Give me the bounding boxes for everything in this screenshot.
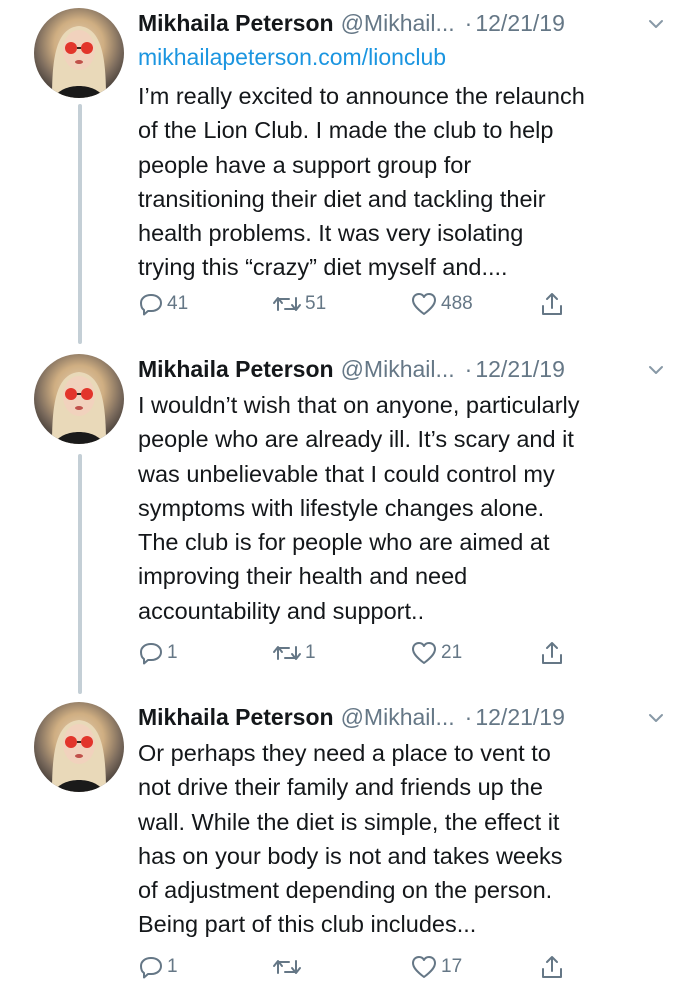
chevron-down-icon[interactable]	[645, 707, 667, 729]
reply-count: 1	[167, 642, 178, 663]
share-icon	[542, 293, 562, 315]
tweet-text-line: not drive their family and friends up th…	[138, 774, 543, 801]
tweet-link[interactable]: mikhailapeterson.com/lionclub	[138, 44, 446, 71]
reply-count: 1	[167, 956, 178, 977]
author-handle[interactable]: @Mikhail...	[341, 356, 455, 383]
like-count: 21	[441, 642, 463, 663]
retweet-button[interactable]: 1	[272, 636, 316, 670]
tweet-text-line: was unbelievable that I could control my	[138, 460, 555, 487]
like-count: 488	[441, 293, 473, 314]
tweet-text-line: transitioning their diet and tackling th…	[138, 185, 546, 212]
retweet-icon	[273, 646, 301, 660]
author-name[interactable]: Mikhaila Peterson	[138, 704, 334, 731]
retweet-count: 51	[305, 293, 327, 314]
tweet-text: Or perhaps they need a place to vent to …	[138, 736, 668, 942]
tweet-text: I’m really excited to announce the relau…	[138, 79, 668, 285]
like-button[interactable]: 17	[410, 950, 462, 984]
tweet-text-line: trying this “crazy” diet myself and....	[138, 254, 508, 281]
share-icon	[542, 642, 562, 664]
retweet-count: 1	[305, 642, 316, 663]
tweet-text-line: accountability and support..	[138, 597, 425, 624]
tweet-text-line: has on your body is not and takes weeks	[138, 842, 563, 869]
author-handle[interactable]: @Mikhail...	[341, 704, 455, 731]
avatar[interactable]	[34, 8, 124, 98]
retweet-button[interactable]	[272, 950, 305, 984]
tweet[interactable]: Mikhaila Peterson @Mikhail... · 12/21/19…	[0, 352, 685, 682]
reply-icon	[140, 957, 162, 979]
like-button[interactable]: 21	[410, 636, 462, 670]
tweet-date[interactable]: 12/21/19	[475, 356, 565, 383]
author-name[interactable]: Mikhaila Peterson	[138, 10, 334, 37]
retweet-button[interactable]: 51	[272, 287, 326, 321]
tweet-header: Mikhaila Peterson @Mikhail... · 12/21/19	[138, 352, 667, 386]
tweet-header: Mikhaila Peterson @Mikhail... · 12/21/19	[138, 6, 667, 40]
author-handle[interactable]: @Mikhail...	[341, 10, 455, 37]
reply-icon	[140, 294, 162, 316]
like-count: 17	[441, 956, 463, 977]
tweet-text-line: improving their health and need	[138, 563, 468, 590]
tweet-text-line: I’m really excited to announce the relau…	[138, 83, 585, 109]
avatar[interactable]	[34, 702, 124, 792]
tweet-text-line: of adjustment depending on the person.	[138, 877, 553, 904]
tweet-text-line: Or perhaps they need a place to vent to	[138, 740, 551, 766]
separator-dot: ·	[464, 355, 473, 382]
tweet[interactable]: Mikhaila Peterson @Mikhail... · 12/21/19…	[0, 700, 685, 1000]
tweet-actions: 1 1 21	[138, 636, 588, 670]
reply-button[interactable]: 41	[138, 287, 188, 321]
tweet-text-line: The club is for people who are aimed at	[138, 529, 550, 556]
separator-dot: ·	[464, 703, 473, 730]
like-icon	[412, 642, 436, 664]
reply-icon	[140, 643, 162, 665]
tweet-text-line: symptoms with lifestyle changes alone.	[138, 494, 545, 521]
retweet-icon	[273, 960, 301, 974]
reply-button[interactable]: 1	[138, 950, 178, 984]
tweet-text-line: health problems. It was very isolating	[138, 220, 524, 247]
separator-dot: ·	[464, 9, 473, 36]
tweet-text-line: of the Lion Club. I made the club to hel…	[138, 117, 554, 144]
tweet-header: Mikhaila Peterson @Mikhail... · 12/21/19	[138, 700, 667, 734]
avatar[interactable]	[34, 354, 124, 444]
tweet-text-line: Being part of this club includes...	[138, 911, 477, 938]
tweet-text-line: people who are already ill. It’s scary a…	[138, 426, 574, 453]
tweet-actions: 41 51 488	[138, 287, 588, 321]
tweet-text-line: people have a support group for	[138, 151, 472, 178]
like-icon	[412, 956, 436, 978]
reply-count: 41	[167, 293, 189, 314]
tweet[interactable]: Mikhaila Peterson @Mikhail... · 12/21/19…	[0, 6, 685, 336]
like-button[interactable]: 488	[410, 287, 473, 321]
tweet-text-line: wall. While the diet is simple, the effe…	[138, 808, 560, 835]
share-icon	[542, 956, 562, 978]
share-button[interactable]	[538, 636, 566, 670]
tweet-date[interactable]: 12/21/19	[475, 10, 565, 37]
tweet-actions: 1 17	[138, 950, 588, 984]
reply-button[interactable]: 1	[138, 636, 178, 670]
chevron-down-icon[interactable]	[645, 13, 667, 35]
retweet-icon	[273, 297, 301, 311]
share-button[interactable]	[538, 950, 566, 984]
chevron-down-icon[interactable]	[645, 359, 667, 381]
like-icon	[412, 293, 436, 315]
tweet-text-line: I wouldn’t wish that on anyone, particul…	[138, 392, 580, 418]
author-name[interactable]: Mikhaila Peterson	[138, 356, 334, 383]
tweet-date[interactable]: 12/21/19	[475, 704, 565, 731]
share-button[interactable]	[538, 287, 566, 321]
tweet-text: I wouldn’t wish that on anyone, particul…	[138, 388, 668, 628]
